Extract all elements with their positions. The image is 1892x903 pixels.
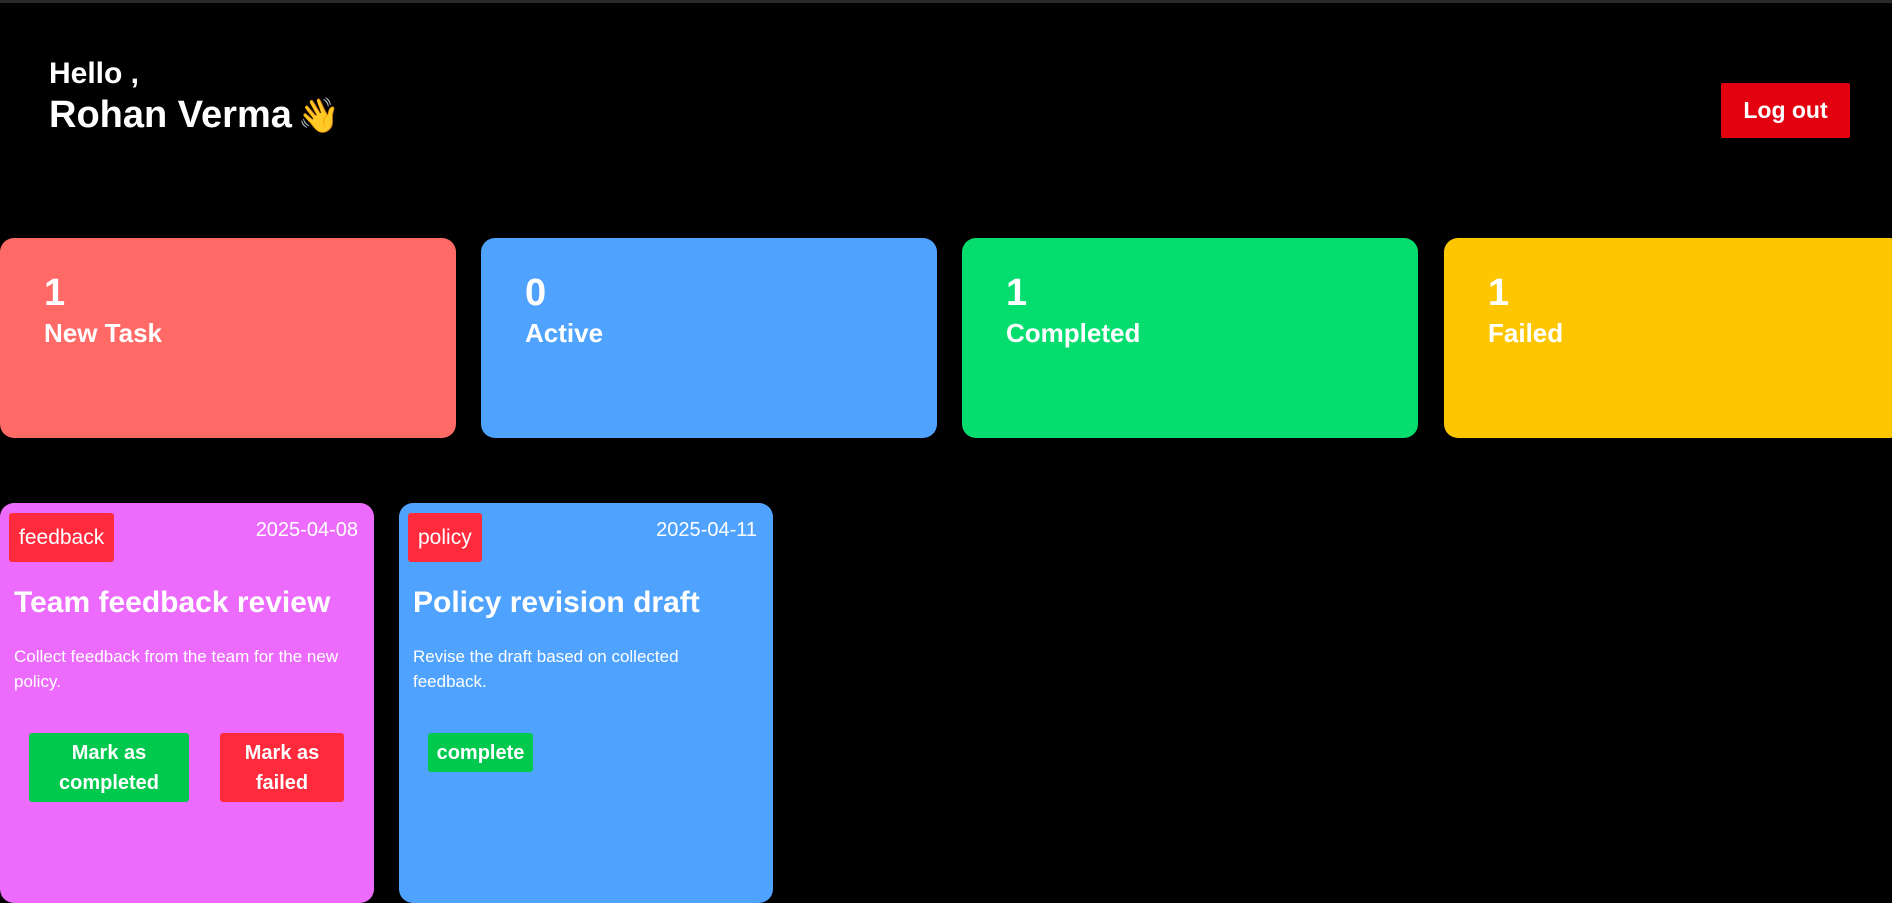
greeting-text: Hello , [49,57,140,90]
task-card: feedback 2025-04-08 Team feedback review… [0,503,374,903]
task-date: 2025-04-11 [656,519,757,541]
window-top-border [0,0,1892,3]
stat-count: 1 [1006,272,1028,314]
task-card: policy 2025-04-11 Policy revision draft … [399,503,773,903]
stat-card-completed: 1 Completed [962,238,1418,438]
logout-button[interactable]: Log out [1721,83,1850,138]
stat-count: 1 [44,272,66,314]
stat-card-active: 0 Active [481,238,937,438]
task-description: Revise the draft based on collected feed… [413,647,679,691]
stat-label: Completed [1006,318,1141,348]
complete-status-button[interactable]: complete [428,733,533,772]
stat-label: Failed [1488,318,1564,348]
stat-count: 1 [1488,272,1510,314]
stat-label: Active [525,318,604,348]
task-title: Policy revision draft [413,586,700,619]
user-name: Rohan Verma [49,94,292,136]
greeting-header: Hello , Rohan Verma 👋 [49,56,340,139]
stat-count: 0 [525,272,547,314]
mark-completed-button[interactable]: Mark as completed [29,733,189,802]
stat-card-new-task: 1 New Task [0,238,456,438]
task-date: 2025-04-08 [255,519,358,541]
stat-label: New Task [44,318,163,348]
task-category-badge: policy [408,513,482,562]
waving-hand-icon: 👋 [297,97,341,135]
stat-card-failed: 1 Failed [1444,238,1892,438]
task-description: Collect feedback from the team for the n… [14,647,339,691]
task-title: Team feedback review [14,586,331,619]
mark-failed-button[interactable]: Mark as failed [220,733,344,802]
user-name-row: Rohan Verma 👋 [49,92,340,139]
task-category-badge: feedback [9,513,115,562]
